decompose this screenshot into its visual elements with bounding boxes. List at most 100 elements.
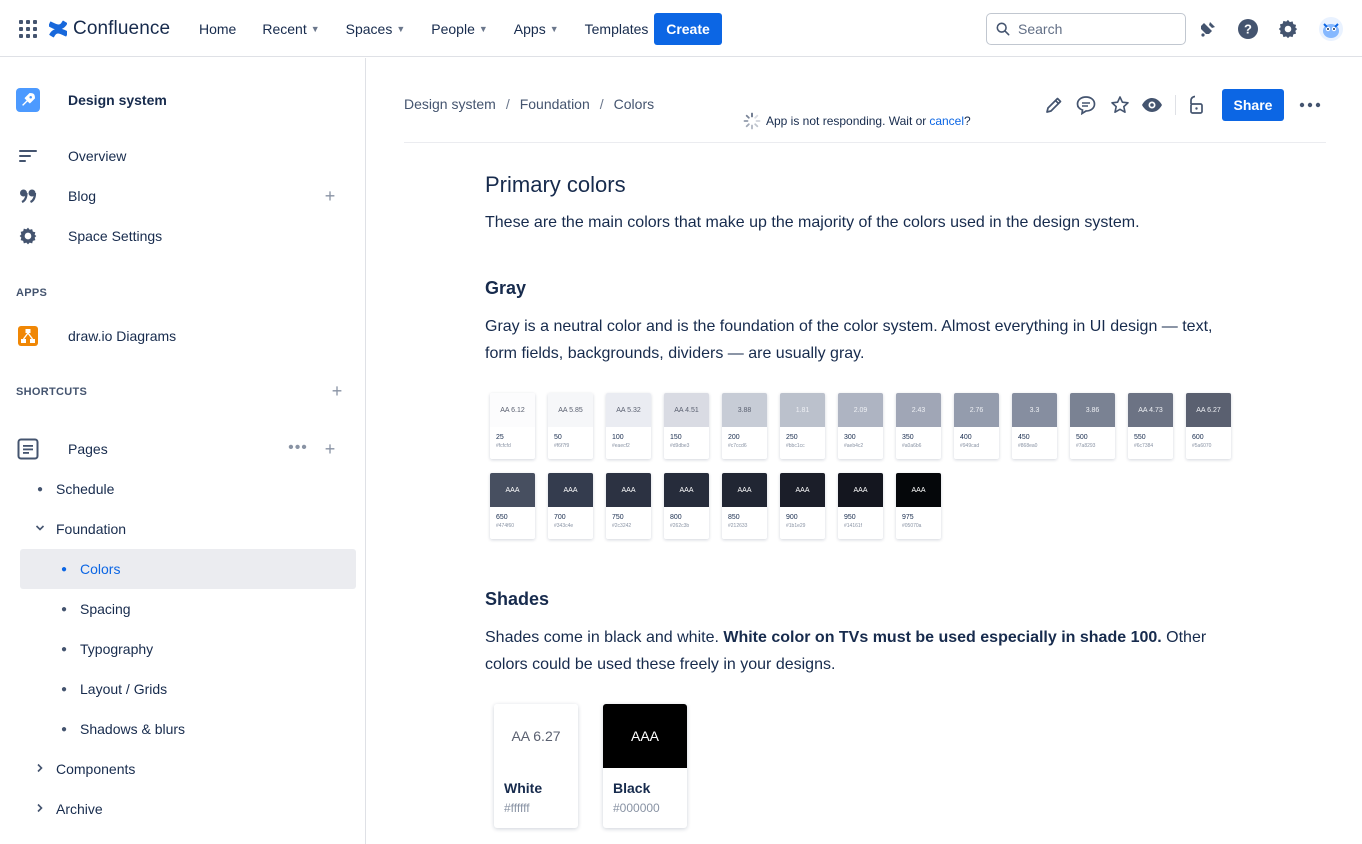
tree-item-label: Foundation <box>56 521 127 537</box>
swatch-number: 600 <box>1192 434 1204 441</box>
swatch-hex: #1b1e29 <box>786 523 806 529</box>
shades-heading: Shades <box>485 589 550 609</box>
nav-recent[interactable]: Recent ▼ <box>249 14 332 44</box>
svg-text:?: ? <box>1244 22 1252 37</box>
sidebar-item-drawio[interactable]: draw.io Diagrams <box>16 318 356 354</box>
chevron-down-icon: ▼ <box>549 24 559 34</box>
nav-people[interactable]: People ▼ <box>418 14 501 44</box>
breadcrumb-item-foundation[interactable]: Foundation <box>520 96 590 112</box>
notifications-icon[interactable] <box>1196 17 1220 41</box>
more-actions-icon[interactable]: ••• <box>288 440 308 457</box>
swatch-hex: #949cad <box>960 443 980 449</box>
swatch-hex: #eaecf2 <box>612 443 630 449</box>
chevron-right-icon[interactable] <box>35 803 45 816</box>
contrast-label: AA 6.27 <box>511 728 561 744</box>
swatch-hex: #343c4e <box>554 523 574 529</box>
swatch-hex: #f6f7f9 <box>554 443 570 449</box>
tree-item-layout-grids[interactable]: ● Layout / Grids <box>60 669 167 709</box>
sidebar-item-label: Space Settings <box>68 228 163 244</box>
avatar[interactable] <box>1318 16 1344 42</box>
swatch-number: 300 <box>844 434 856 441</box>
contrast-label: 1.81 <box>795 406 810 414</box>
swatch-chip: AAA <box>490 473 535 507</box>
add-shortcut-icon[interactable]: + <box>329 382 345 400</box>
pages-icon <box>16 437 40 461</box>
confluence-logo[interactable]: Confluence <box>49 16 170 42</box>
nav-templates[interactable]: Templates <box>572 14 662 44</box>
gray-swatch: AAA 750 #2c3242 <box>606 473 651 539</box>
edit-icon[interactable] <box>1042 93 1066 117</box>
swatch-number: 350 <box>902 434 914 441</box>
gray-swatch: AAA 800 #262c3b <box>664 473 709 539</box>
restrictions-unlock-icon[interactable] <box>1184 93 1208 117</box>
primary-nav: Home Recent ▼ Spaces ▼ People ▼ Apps ▼ Templ… <box>186 14 661 44</box>
space-name: Design system <box>68 92 167 108</box>
settings-icon[interactable] <box>1276 17 1300 41</box>
tree-item-label: Colors <box>80 561 121 577</box>
space-header[interactable]: Design system <box>16 86 167 114</box>
swatch-hex: #7a8293 <box>1076 443 1096 449</box>
tree-item-foundation[interactable]: Foundation <box>35 509 126 549</box>
tree-item-archive[interactable]: Archive <box>35 789 103 829</box>
nav-templates-label: Templates <box>584 21 649 37</box>
nav-apps[interactable]: Apps ▼ <box>501 14 572 44</box>
spinner-icon <box>743 112 761 130</box>
quote-icon <box>16 184 40 208</box>
search-input[interactable] <box>1018 21 1168 37</box>
swatch-number: 950 <box>844 514 856 521</box>
swatch-chip: AAA <box>606 473 651 507</box>
comment-icon[interactable] <box>1074 93 1098 117</box>
search-box[interactable] <box>986 13 1186 45</box>
swatch-hex: #868ea0 <box>1018 443 1038 449</box>
chevron-right-icon[interactable] <box>35 763 45 776</box>
gray-swatch: AA 4.73 550 #6c7384 <box>1128 393 1173 459</box>
cancel-link[interactable]: cancel <box>929 114 964 128</box>
sidebar-item-pages[interactable]: Pages ••• + <box>16 431 356 467</box>
star-icon[interactable] <box>1108 93 1132 117</box>
share-button[interactable]: Share <box>1222 89 1284 121</box>
swatch-hex: #14161f <box>844 523 863 529</box>
sidebar-item-space-settings[interactable]: Space Settings <box>16 218 356 254</box>
swatch-number: 750 <box>612 514 624 521</box>
more-actions-icon[interactable] <box>1298 93 1322 117</box>
sidebar-item-blog[interactable]: Blog + <box>16 178 356 214</box>
gray-swatch: AA 4.51 150 #d9dbe3 <box>664 393 709 459</box>
watch-icon[interactable] <box>1140 93 1164 117</box>
nav-home[interactable]: Home <box>186 14 249 44</box>
nav-people-label: People <box>431 21 475 37</box>
contrast-label: AA 5.32 <box>616 406 641 414</box>
gray-swatch: AA 5.85 50 #f6f7f9 <box>548 393 593 459</box>
tree-item-shadows-blurs[interactable]: ● Shadows & blurs <box>60 709 185 749</box>
tree-item-spacing[interactable]: ● Spacing <box>60 589 131 629</box>
gray-swatch: 2.76 400 #949cad <box>954 393 999 459</box>
nav-apps-label: Apps <box>513 21 546 37</box>
breadcrumb-item-space[interactable]: Design system <box>404 96 496 112</box>
create-button[interactable]: Create <box>654 13 722 45</box>
add-blog-icon[interactable]: + <box>322 187 338 205</box>
swatch-chip: 3.88 <box>722 393 767 427</box>
tree-item-schedule[interactable]: ● Schedule <box>36 469 114 509</box>
swatch-chip: AA 6.27 <box>1186 393 1231 427</box>
bullet-icon: ● <box>60 643 68 655</box>
tree-item-colors[interactable]: ● Colors <box>60 549 121 589</box>
gray-heading: Gray <box>485 278 527 298</box>
swatch-number: 400 <box>960 434 972 441</box>
breadcrumb-item-colors[interactable]: Colors <box>614 96 654 112</box>
gray-swatch: AA 6.12 25 #fcfcfd <box>490 393 535 459</box>
gray-swatch: AAA 950 #14161f <box>838 473 883 539</box>
chevron-down-icon[interactable] <box>35 523 45 536</box>
gray-paragraph: Gray is a neutral color and is the found… <box>485 318 1213 362</box>
sidebar-item-overview[interactable]: Overview <box>16 138 356 174</box>
sidebar-item-label: Overview <box>68 148 127 164</box>
swatch-hex: #ffffff <box>504 801 530 815</box>
help-icon[interactable]: ? <box>1236 17 1260 41</box>
nav-spaces[interactable]: Spaces ▼ <box>333 14 419 44</box>
tree-item-components[interactable]: Components <box>35 749 135 789</box>
tree-item-typography[interactable]: ● Typography <box>60 629 153 669</box>
contrast-label: 3.86 <box>1085 406 1100 414</box>
add-page-icon[interactable]: + <box>322 440 338 458</box>
nav-recent-label: Recent <box>262 21 307 37</box>
app-switcher-icon[interactable] <box>19 20 37 38</box>
gray-swatch: AAA 650 #474f60 <box>490 473 535 539</box>
gray-swatch: 3.88 200 #c7ccd6 <box>722 393 767 459</box>
